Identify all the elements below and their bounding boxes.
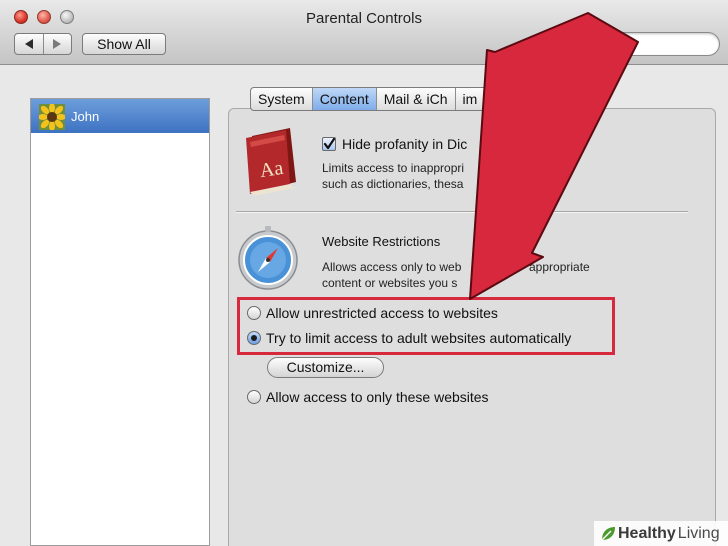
safari-compass-icon bbox=[238, 226, 298, 290]
user-list: John bbox=[30, 98, 210, 546]
show-all-button[interactable]: Show All bbox=[82, 33, 166, 55]
search-field[interactable] bbox=[556, 32, 720, 56]
window-titlebar: Parental Controls Show All bbox=[0, 0, 728, 65]
dictionary-icon: Aa bbox=[246, 128, 296, 196]
checkmark-icon bbox=[323, 138, 335, 150]
tab-logs[interactable]: Logs bbox=[484, 88, 529, 110]
user-name: John bbox=[71, 109, 100, 124]
forward-button[interactable] bbox=[42, 34, 72, 54]
website-restrictions-description-line-2: content or websites you s bbox=[322, 276, 458, 290]
customize-button[interactable]: Customize... bbox=[267, 357, 384, 378]
watermark-text-living: Living bbox=[677, 524, 720, 542]
allow-unrestricted-label: Allow unrestricted access to websites bbox=[266, 305, 498, 321]
window-title: Parental Controls bbox=[306, 10, 422, 27]
website-restrictions-description-line-1: Allows access only to web bbox=[322, 260, 462, 274]
tab-content[interactable]: Content bbox=[311, 88, 376, 110]
healthy-living-watermark: Healthy Living bbox=[594, 521, 728, 546]
section-divider bbox=[236, 211, 688, 213]
allow-unrestricted-radio[interactable] bbox=[247, 306, 261, 320]
allow-only-these-websites-label: Allow access to only these websites bbox=[266, 389, 489, 405]
search-input[interactable] bbox=[583, 35, 715, 55]
user-item-john[interactable]: John bbox=[31, 99, 209, 133]
svg-text:Aa: Aa bbox=[258, 157, 284, 182]
search-icon bbox=[563, 37, 578, 52]
website-restrictions-description-line-1-end: appropriate bbox=[529, 260, 590, 274]
right-arrow-icon bbox=[53, 39, 62, 49]
tab-system[interactable]: System bbox=[251, 88, 312, 110]
leaf-logo-icon bbox=[601, 526, 615, 540]
allow-only-these-websites-radio[interactable] bbox=[247, 390, 261, 404]
tab-bar: System Content Mail & iCh im Logs bbox=[250, 87, 531, 111]
tab-mail-ichat[interactable]: Mail & iCh bbox=[375, 88, 455, 110]
left-arrow-icon bbox=[24, 39, 33, 49]
profanity-description-line-2: such as dictionaries, thesa bbox=[322, 177, 464, 191]
radio-selected-dot bbox=[251, 335, 257, 341]
hide-profanity-checkbox[interactable] bbox=[322, 137, 336, 151]
limit-adult-websites-radio[interactable] bbox=[247, 331, 261, 345]
limit-adult-websites-label: Try to limit access to adult websites au… bbox=[266, 330, 572, 346]
navigation-buttons bbox=[14, 33, 72, 55]
sunflower-avatar-icon bbox=[39, 104, 65, 130]
back-button[interactable] bbox=[15, 34, 43, 54]
hide-profanity-label: Hide profanity in Dic bbox=[342, 136, 468, 152]
tab-time-limits[interactable]: im bbox=[454, 88, 485, 110]
profanity-description-line-1: Limits access to inappropri bbox=[322, 161, 465, 175]
watermark-text-healthy: Healthy bbox=[618, 524, 676, 542]
website-restrictions-title: Website Restrictions bbox=[322, 234, 441, 249]
